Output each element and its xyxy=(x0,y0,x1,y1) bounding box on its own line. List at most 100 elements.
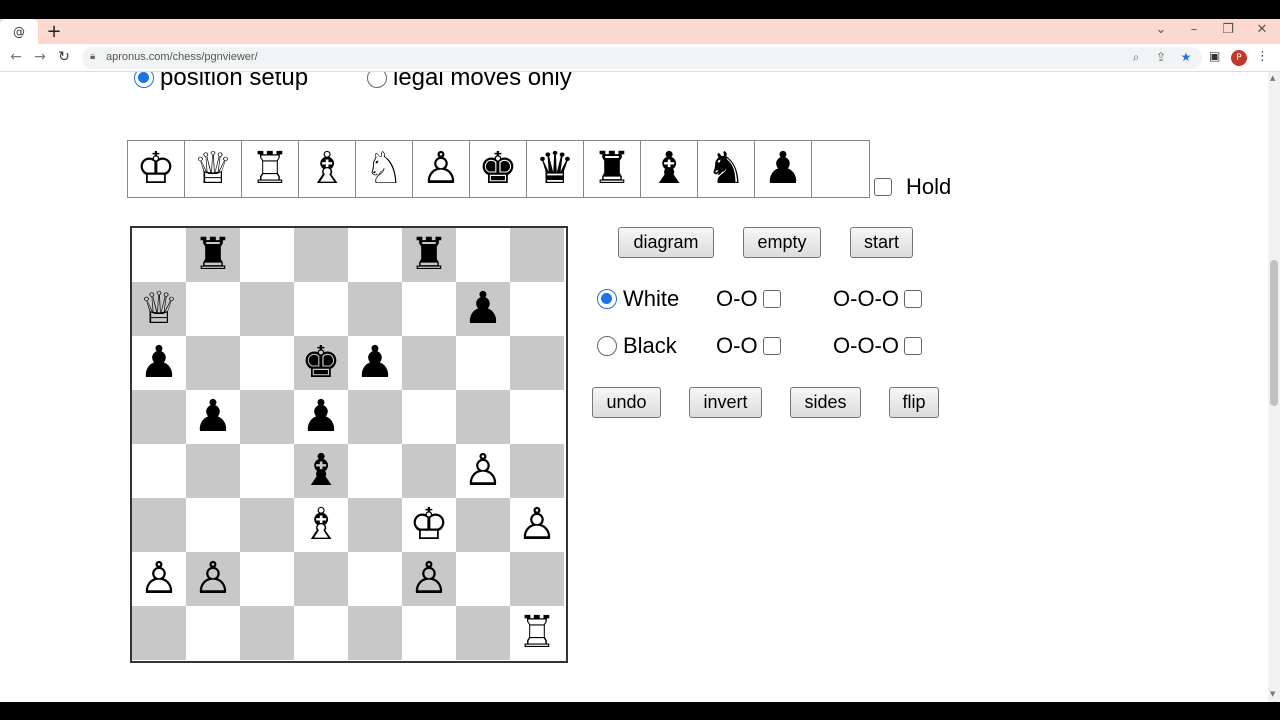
minimize-icon[interactable]: – xyxy=(1185,22,1203,37)
black-short-castle-checkbox[interactable] xyxy=(762,337,781,355)
board-square[interactable]: ♖ xyxy=(510,606,564,660)
board-square[interactable]: ♟ xyxy=(294,390,348,444)
palette-piece[interactable] xyxy=(812,141,869,197)
palette-piece[interactable]: ♕ xyxy=(185,141,242,197)
palette-piece[interactable]: ♟ xyxy=(755,141,812,197)
board-square[interactable] xyxy=(456,228,510,282)
browser-tab[interactable]: @ xyxy=(0,19,38,44)
start-button[interactable]: start xyxy=(850,227,913,258)
profile-avatar[interactable]: P xyxy=(1231,50,1247,66)
board-square[interactable] xyxy=(510,390,564,444)
menu-icon[interactable]: ⋮ xyxy=(1256,49,1269,64)
palette-piece[interactable]: ♞ xyxy=(698,141,755,197)
board-square[interactable] xyxy=(510,228,564,282)
board-square[interactable] xyxy=(294,552,348,606)
board-square[interactable] xyxy=(348,498,402,552)
board-square[interactable] xyxy=(348,282,402,336)
board-square[interactable]: ♟ xyxy=(348,336,402,390)
board-square[interactable]: ♙ xyxy=(510,498,564,552)
board-square[interactable]: ♟ xyxy=(186,390,240,444)
undo-button[interactable]: undo xyxy=(592,387,661,418)
board-square[interactable] xyxy=(132,444,186,498)
board-square[interactable] xyxy=(510,336,564,390)
board-square[interactable] xyxy=(240,606,294,660)
palette-piece[interactable]: ♔ xyxy=(128,141,185,197)
invert-button[interactable]: invert xyxy=(689,387,762,418)
new-tab-icon[interactable]: + xyxy=(44,21,64,42)
board-square[interactable]: ♟ xyxy=(132,336,186,390)
palette-piece[interactable]: ♚ xyxy=(470,141,527,197)
board-square[interactable] xyxy=(186,282,240,336)
vertical-scrollbar[interactable]: ▲ ▼ xyxy=(1268,72,1280,702)
board-square[interactable] xyxy=(402,282,456,336)
board-square[interactable]: ♙ xyxy=(402,552,456,606)
board-square[interactable] xyxy=(402,390,456,444)
board-square[interactable] xyxy=(186,336,240,390)
board-square[interactable] xyxy=(348,606,402,660)
board-square[interactable]: ♚ xyxy=(294,336,348,390)
board-square[interactable] xyxy=(240,390,294,444)
black-long-castle[interactable]: O-O-O xyxy=(833,333,922,359)
board-square[interactable]: ♜ xyxy=(186,228,240,282)
black-short-castle[interactable]: O-O xyxy=(716,333,781,359)
white-short-castle-checkbox[interactable] xyxy=(762,290,781,308)
board-square[interactable] xyxy=(132,228,186,282)
white-long-castle-checkbox[interactable] xyxy=(904,290,922,308)
board-square[interactable] xyxy=(240,498,294,552)
white-short-castle[interactable]: O-O xyxy=(716,286,781,312)
white-to-move-option[interactable]: White xyxy=(597,286,679,312)
board-square[interactable]: ♙ xyxy=(186,552,240,606)
board-square[interactable] xyxy=(240,552,294,606)
black-long-castle-checkbox[interactable] xyxy=(904,337,922,355)
board-square[interactable] xyxy=(510,444,564,498)
forward-icon[interactable]: → xyxy=(31,49,49,65)
board-square[interactable] xyxy=(348,444,402,498)
palette-piece[interactable]: ♖ xyxy=(242,141,299,197)
board-square[interactable] xyxy=(294,282,348,336)
board-square[interactable] xyxy=(456,336,510,390)
bookmark-star-icon[interactable]: ★ xyxy=(1178,50,1194,64)
board-square[interactable] xyxy=(456,552,510,606)
palette-piece[interactable]: ♗ xyxy=(299,141,356,197)
sides-button[interactable]: sides xyxy=(790,387,861,418)
board-square[interactable] xyxy=(510,552,564,606)
board-square[interactable] xyxy=(456,498,510,552)
board-square[interactable]: ♕ xyxy=(132,282,186,336)
palette-piece[interactable]: ♜ xyxy=(584,141,641,197)
omnibox[interactable]: 🔒︎ apronus.com/chess/pgnviewer/ ⌕ ⇪ ★ xyxy=(82,47,1202,69)
board-square[interactable] xyxy=(240,444,294,498)
white-radio[interactable] xyxy=(597,289,617,309)
restore-icon[interactable]: ❐ xyxy=(1219,22,1237,37)
flip-button[interactable]: flip xyxy=(889,387,939,418)
mode-position-setup[interactable]: position setup xyxy=(134,72,308,92)
board-square[interactable] xyxy=(402,606,456,660)
board-square[interactable] xyxy=(294,606,348,660)
board-square[interactable] xyxy=(510,282,564,336)
board-square[interactable] xyxy=(240,282,294,336)
back-icon[interactable]: ← xyxy=(7,49,25,65)
board-square[interactable]: ♙ xyxy=(456,444,510,498)
board-square[interactable]: ♟ xyxy=(456,282,510,336)
board-square[interactable] xyxy=(186,444,240,498)
reload-icon[interactable]: ↻ xyxy=(55,49,73,65)
close-window-icon[interactable]: ✕ xyxy=(1253,22,1271,37)
empty-button[interactable]: empty xyxy=(743,227,821,258)
black-to-move-option[interactable]: Black xyxy=(597,333,677,359)
palette-piece[interactable]: ♛ xyxy=(527,141,584,197)
board-square[interactable] xyxy=(132,606,186,660)
mode-legal-moves[interactable]: legal moves only xyxy=(367,72,572,92)
scroll-up-icon[interactable]: ▲ xyxy=(1270,74,1275,82)
board-square[interactable] xyxy=(348,390,402,444)
scroll-down-icon[interactable]: ▼ xyxy=(1270,690,1275,698)
board-square[interactable] xyxy=(456,606,510,660)
scrollbar-thumb[interactable] xyxy=(1270,260,1278,406)
black-radio[interactable] xyxy=(597,336,617,356)
board-square[interactable] xyxy=(294,228,348,282)
board-square[interactable]: ♝ xyxy=(294,444,348,498)
white-long-castle[interactable]: O-O-O xyxy=(833,286,922,312)
palette-piece[interactable]: ♙ xyxy=(413,141,470,197)
hold-toggle[interactable]: Hold xyxy=(874,174,951,200)
board-square[interactable]: ♔ xyxy=(402,498,456,552)
legal-moves-radio[interactable] xyxy=(367,72,387,88)
board-square[interactable]: ♗ xyxy=(294,498,348,552)
